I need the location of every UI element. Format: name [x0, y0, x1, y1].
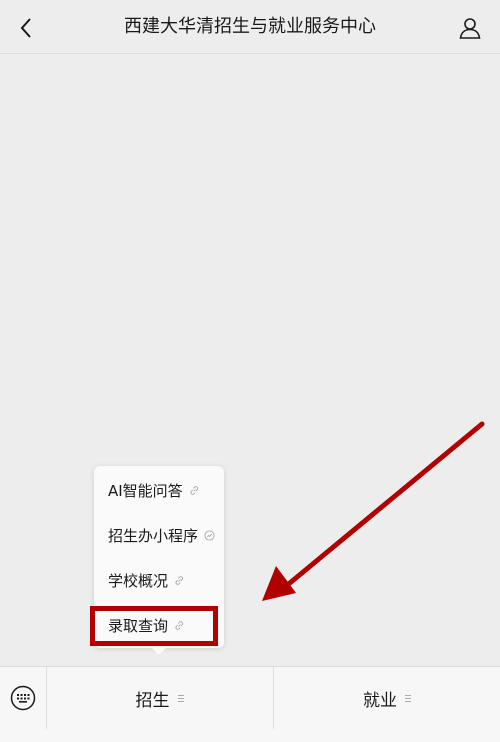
submenu-popup: AI智能问答 招生办小程序 学校概况 录取查询: [94, 466, 224, 655]
submenu-item-label: 招生办小程序: [108, 527, 199, 545]
page-title: 西建大华清招生与就业服务中心: [124, 16, 376, 37]
menu-lines-icon: [177, 694, 184, 702]
top-nav-bar: 西建大华清招生与就业服务中心: [0, 0, 500, 54]
submenu-item-label: AI智能问答: [108, 482, 183, 500]
menu-lines-icon: [405, 694, 411, 702]
menu-tab-employment[interactable]: 就业: [273, 667, 500, 729]
menu-tab-label: 招生: [135, 690, 170, 711]
submenu-item-ai-qa[interactable]: AI智能问答: [94, 468, 224, 513]
link-icon: [174, 620, 185, 631]
keyboard-toggle-button[interactable]: [0, 667, 47, 729]
bottom-menu-bar: 招生 就业: [0, 666, 500, 742]
link-icon: [189, 485, 200, 496]
back-chevron-icon: [20, 18, 31, 38]
submenu-item-label: 学校概况: [108, 572, 169, 590]
menu-tab-label: 就业: [363, 690, 397, 711]
menu-tab-admissions[interactable]: 招生: [46, 667, 273, 729]
submenu-item-mini-program[interactable]: 招生办小程序: [94, 513, 224, 558]
submenu-item-school-overview[interactable]: 学校概况: [94, 558, 224, 603]
chat-content-area: [0, 54, 500, 666]
profile-button[interactable]: [454, 12, 486, 44]
mini-program-icon: [204, 530, 215, 541]
submenu-item-admission-query[interactable]: 录取查询: [94, 603, 224, 648]
submenu-item-label: 录取查询: [108, 617, 169, 635]
keyboard-icon: [10, 685, 36, 711]
user-profile-icon: [459, 18, 481, 39]
back-button[interactable]: [10, 12, 42, 44]
link-icon: [174, 575, 185, 586]
